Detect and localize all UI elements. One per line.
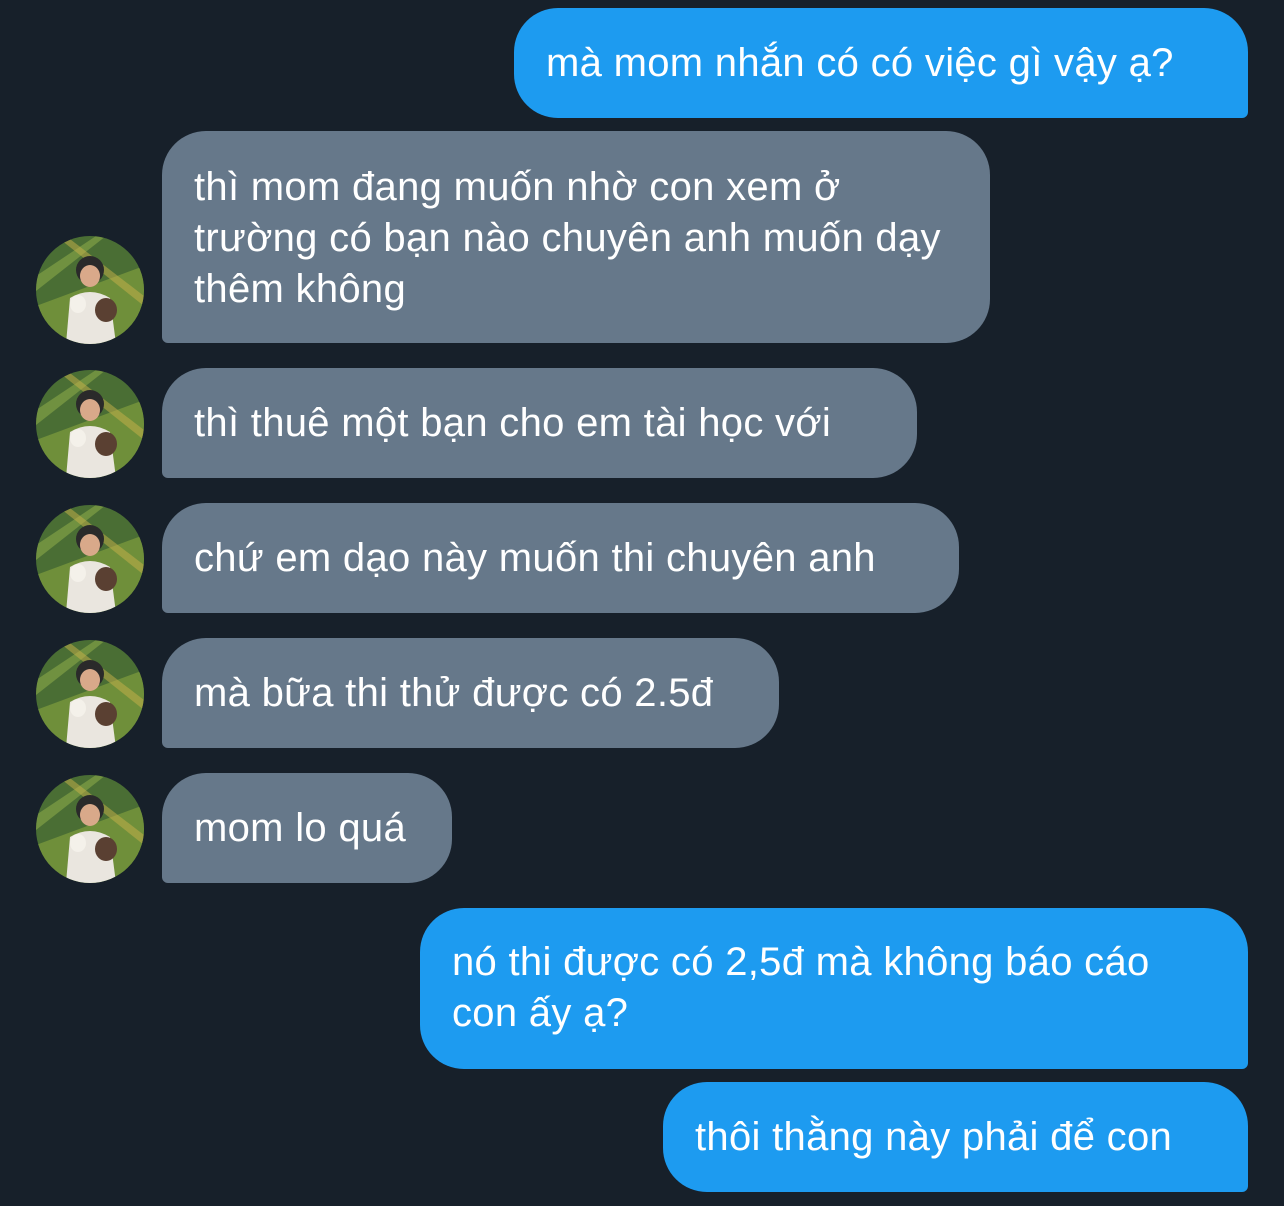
message-bubble-incoming[interactable]: mom lo quá xyxy=(162,773,452,883)
message-bubble-incoming[interactable]: mà bữa thi thử được có 2.5đ xyxy=(162,638,779,748)
contact-avatar[interactable] xyxy=(36,640,144,748)
message-text: mà mom nhắn có có việc gì vậy ạ? xyxy=(546,40,1174,85)
avatar-photo-icon xyxy=(36,370,144,478)
contact-avatar[interactable] xyxy=(36,775,144,883)
contact-avatar[interactable] xyxy=(36,236,144,344)
message-bubble-outgoing[interactable]: thôi thằng này phải để con xyxy=(663,1082,1248,1192)
message-bubble-incoming[interactable]: chứ em dạo này muốn thi chuyên anh xyxy=(162,503,959,613)
contact-avatar[interactable] xyxy=(36,370,144,478)
avatar-photo-icon xyxy=(36,775,144,883)
avatar-photo-icon xyxy=(36,236,144,344)
message-bubble-incoming[interactable]: thì thuê một bạn cho em tài học với xyxy=(162,368,917,478)
message-text: thì mom đang muốn nhờ con xem ở trường c… xyxy=(194,165,941,311)
message-bubble-incoming[interactable]: thì mom đang muốn nhờ con xem ở trường c… xyxy=(162,131,990,343)
message-text: mà bữa thi thử được có 2.5đ xyxy=(194,670,714,715)
message-text: nó thi được có 2,5đ mà không báo cáo con… xyxy=(452,940,1150,1035)
message-text: chứ em dạo này muốn thi chuyên anh xyxy=(194,535,876,580)
message-text: mom lo quá xyxy=(194,805,406,850)
avatar-photo-icon xyxy=(36,505,144,613)
message-bubble-outgoing[interactable]: mà mom nhắn có có việc gì vậy ạ? xyxy=(514,8,1248,118)
message-text: thôi thằng này phải để con xyxy=(695,1114,1173,1159)
avatar-photo-icon xyxy=(36,640,144,748)
contact-avatar[interactable] xyxy=(36,505,144,613)
message-bubble-outgoing[interactable]: nó thi được có 2,5đ mà không báo cáo con… xyxy=(420,908,1248,1069)
message-text: thì thuê một bạn cho em tài học với xyxy=(194,400,832,445)
